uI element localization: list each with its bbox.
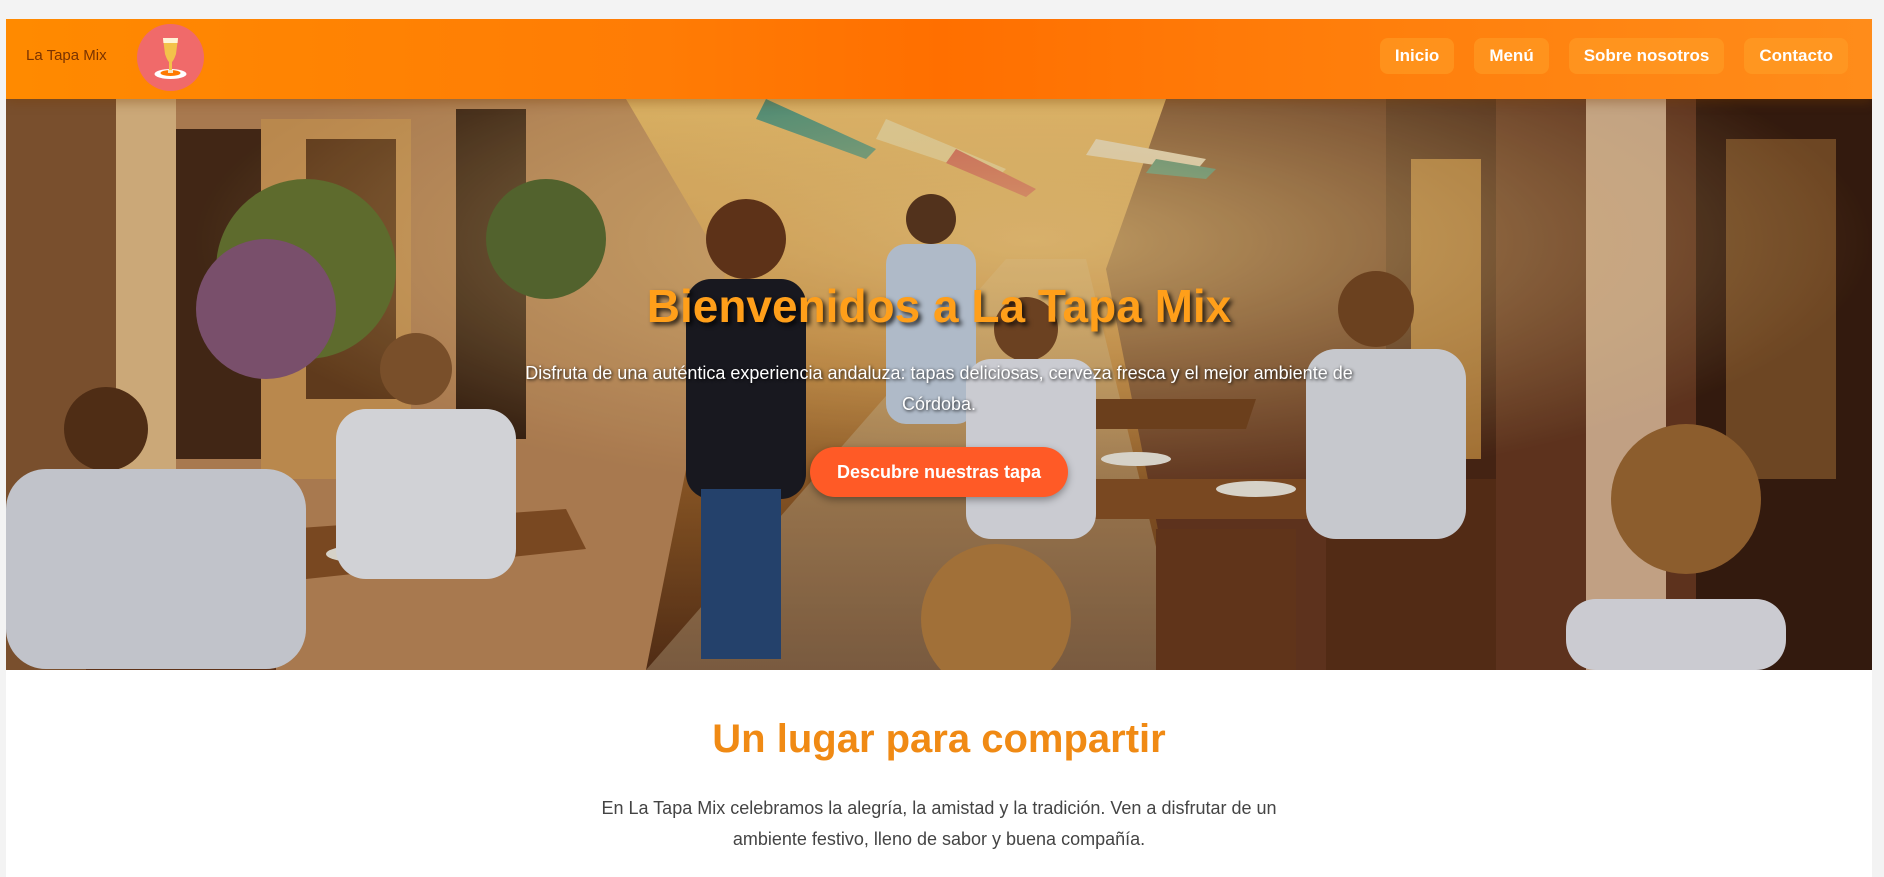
intro-text: En La Tapa Mix celebramos la alegría, la… — [601, 798, 1277, 849]
main-nav: Inicio Menú Sobre nosotros Contacto — [1379, 38, 1848, 74]
brand-name[interactable]: La Tapa Mix — [26, 47, 107, 64]
intro-title: Un lugar para compartir — [712, 717, 1166, 761]
nav-sobre-nosotros[interactable]: Sobre nosotros — [1568, 38, 1725, 74]
nav-inicio[interactable]: Inicio — [1379, 38, 1455, 74]
hero-subtitle: Disfruta de una auténtica experiencia an… — [525, 363, 1353, 414]
nav-menu[interactable]: Menú — [1474, 38, 1549, 74]
hero-title: Bienvenidos a La Tapa Mix — [646, 280, 1232, 332]
site-header: La Tapa Mix Inicio Menú Sobre nosotros C… — [6, 19, 1872, 99]
nav-contacto[interactable]: Contacto — [1744, 38, 1848, 74]
hero-banner: Bienvenidos a La Tapa Mix Disfruta de un… — [6, 99, 1872, 670]
beer-glass-icon[interactable] — [137, 24, 204, 91]
page: La Tapa Mix Inicio Menú Sobre nosotros C… — [6, 19, 1872, 877]
discover-tapas-button[interactable]: Descubre nuestras tapa — [810, 447, 1068, 497]
